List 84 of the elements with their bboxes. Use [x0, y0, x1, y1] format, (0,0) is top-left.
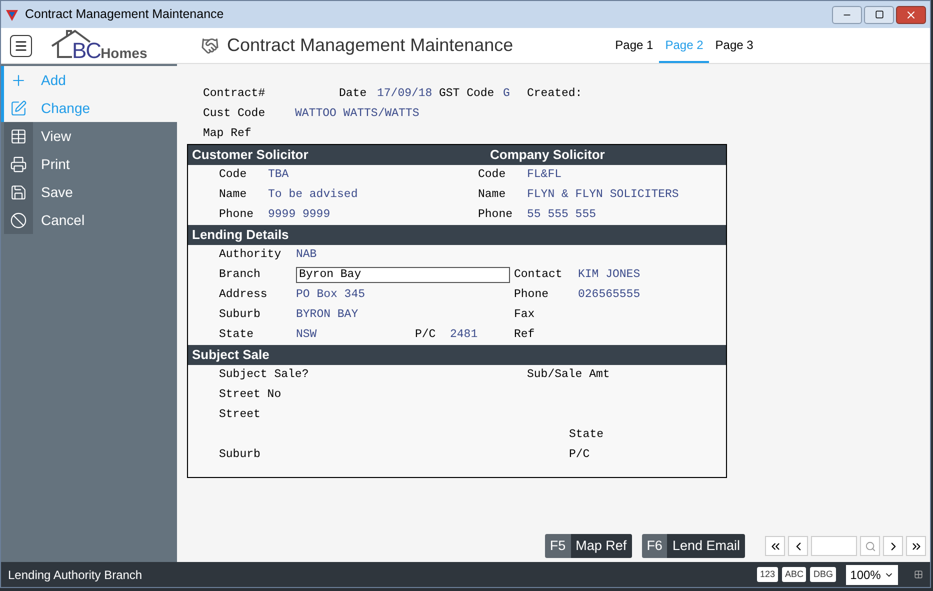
- field-label: Contract#: [203, 87, 266, 100]
- field-value: 2481: [450, 328, 478, 342]
- mode-button[interactable]: ABC: [782, 567, 806, 582]
- handshake-icon: [201, 36, 219, 54]
- field-value: 55 555 555: [527, 208, 596, 222]
- maximize-button[interactable]: [864, 6, 894, 24]
- field-label: Phone: [514, 288, 549, 302]
- close-button[interactable]: [896, 6, 926, 24]
- zoom-dropdown[interactable]: 100%: [846, 564, 898, 584]
- menu-button[interactable]: [10, 34, 32, 56]
- page-field[interactable]: [811, 536, 857, 556]
- field-label: Ref: [514, 328, 535, 342]
- section-header: Customer Solicitor Company Solicitor: [188, 145, 726, 165]
- field-label: Name: [478, 188, 506, 202]
- field-value: BYRON BAY: [296, 308, 358, 322]
- field-value: TBA: [268, 168, 289, 182]
- field-value: KIM JONES: [578, 268, 640, 282]
- window-title: Contract Management Maintenance: [25, 6, 224, 24]
- field-value: NSW: [296, 328, 317, 342]
- field-label: Branch: [219, 268, 260, 282]
- mode-button[interactable]: 123: [756, 567, 778, 582]
- sidebar-item[interactable]: Print: [1, 150, 177, 178]
- field-label: Street: [219, 408, 260, 422]
- field-label: Address: [219, 288, 268, 302]
- sidebar-item[interactable]: Cancel: [1, 206, 177, 234]
- field-label: Suburb: [219, 308, 260, 322]
- previous-page-button[interactable]: [788, 536, 808, 556]
- field-label: Sub/Sale Amt: [527, 368, 610, 382]
- field-label: Date: [339, 87, 367, 100]
- mode-button[interactable]: DBG: [810, 567, 836, 582]
- status-text: Lending Authority Branch: [8, 566, 142, 584]
- field-label: State: [219, 328, 254, 342]
- field-label: Phone: [478, 208, 513, 222]
- menu-icon: [14, 38, 28, 52]
- field-label: Street No: [219, 388, 282, 402]
- field-label: P/C: [415, 328, 436, 342]
- edit-icon: [10, 100, 27, 116]
- first-page-button[interactable]: [765, 536, 785, 556]
- sidebar-item[interactable]: Save: [1, 178, 177, 206]
- logo-letters: BC: [72, 38, 101, 62]
- cancel-icon: [10, 212, 27, 228]
- field-label: Map Ref: [203, 127, 252, 140]
- page-title: Contract Management Maintenance: [227, 34, 514, 57]
- field-label: Fax: [514, 308, 535, 322]
- sidebar-item[interactable]: View: [1, 122, 177, 150]
- field-label: Contact: [514, 268, 562, 282]
- field-value: 17/09/18: [377, 87, 432, 100]
- field-label: Subject Sale?: [219, 368, 309, 382]
- field-value: To be advised: [268, 188, 358, 202]
- section-header: Lending Details: [188, 225, 726, 245]
- maximize-icon: [874, 10, 884, 19]
- field-label: Name: [219, 188, 247, 202]
- section-header: Subject Sale: [188, 345, 726, 365]
- field-label: Phone: [219, 208, 254, 222]
- next-page-button[interactable]: [883, 536, 903, 556]
- close-icon: [905, 8, 917, 20]
- field-label: Code: [478, 168, 506, 182]
- save-icon: [10, 184, 27, 200]
- field-value: FLYN & FLYN SOLICITERS: [527, 188, 679, 202]
- field-label: Authority: [219, 248, 282, 262]
- field-value: NAB: [296, 248, 317, 262]
- last-page-button[interactable]: [906, 536, 926, 556]
- table-icon: [10, 128, 27, 144]
- search-icon: [864, 540, 876, 552]
- field-value: PO Box 345: [296, 288, 366, 302]
- page-tab[interactable]: Page 1: [609, 28, 660, 63]
- branch-field[interactable]: Byron Bay: [296, 267, 510, 283]
- printer-icon: [10, 156, 27, 172]
- field-value: G: [503, 87, 510, 100]
- field-label: GST Code: [439, 87, 494, 100]
- field-value: 026565555: [578, 288, 640, 302]
- page-tab[interactable]: Page 3: [709, 28, 760, 63]
- field-label: Code: [219, 168, 247, 182]
- field-value: FL&FL: [527, 168, 562, 182]
- field-label: Cust Code: [203, 107, 266, 120]
- logo-word: Homes: [100, 44, 148, 62]
- field-label: Suburb: [219, 448, 260, 462]
- field-value: 9999 9999: [268, 208, 330, 222]
- field-value: WATTOO WATTS/WATTS: [295, 107, 420, 120]
- field-label: P/C: [569, 448, 590, 462]
- grid-icon: [914, 570, 923, 579]
- field-label: State: [569, 428, 604, 442]
- app-icon: [5, 8, 19, 22]
- field-label: Created:: [527, 87, 582, 100]
